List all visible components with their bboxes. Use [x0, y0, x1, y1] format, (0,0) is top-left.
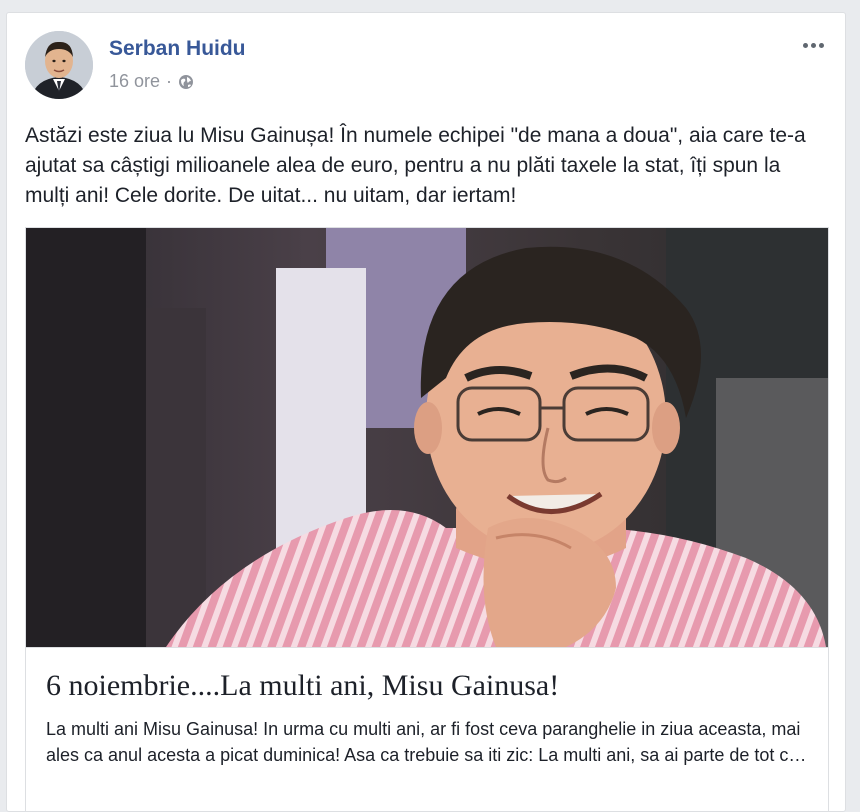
link-preview-card[interactable]: 6 noiembrie....La multi ani, Misu Gainus… [25, 227, 829, 811]
globe-icon[interactable] [178, 74, 194, 90]
link-description: La multi ani Misu Gainusa! In urma cu mu… [46, 719, 807, 765]
author-name[interactable]: Serban Huidu [109, 37, 246, 61]
link-title[interactable]: 6 noiembrie....La multi ani, Misu Gainus… [46, 668, 810, 704]
link-preview-image [26, 228, 828, 647]
post-header: Serban Huidu 16 ore · [25, 31, 827, 101]
meta-separator: · [166, 71, 173, 91]
avatar-image [25, 31, 93, 99]
author-avatar[interactable] [25, 31, 93, 99]
link-preview-info: 6 noiembrie....La multi ani, Misu Gainus… [26, 647, 828, 811]
post-meta: 16 ore · [109, 71, 194, 92]
facebook-post: Serban Huidu 16 ore · Astăzi este ziua l… [6, 12, 846, 812]
post-text: Astăzi este ziua lu Misu Gainușa! În num… [25, 124, 806, 207]
more-options-icon[interactable] [799, 35, 827, 55]
post-time[interactable]: 16 ore [109, 71, 160, 92]
